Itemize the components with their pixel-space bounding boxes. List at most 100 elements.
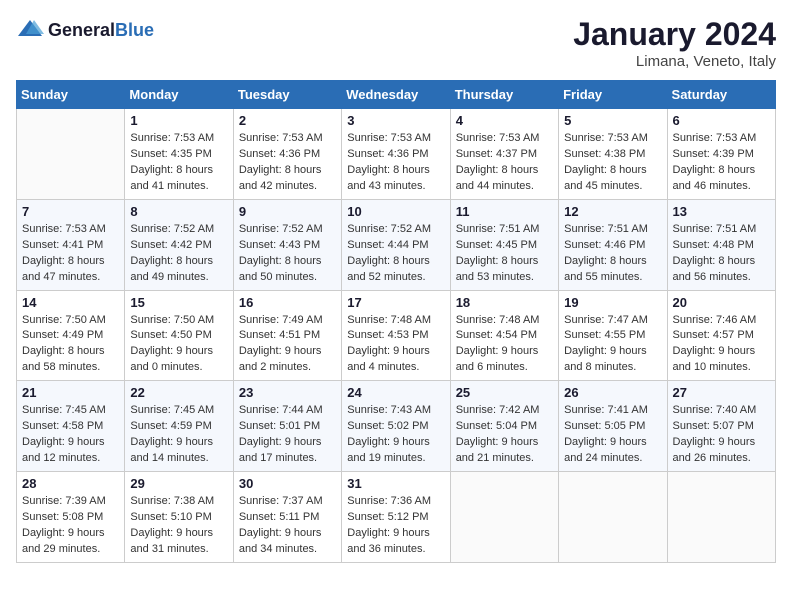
header-monday: Monday xyxy=(125,81,233,109)
day-info: Sunrise: 7:51 AMSunset: 4:46 PMDaylight:… xyxy=(564,222,661,286)
day-cell: 19Sunrise: 7:47 AMSunset: 4:55 PMDayligh… xyxy=(559,290,667,381)
day-info: Sunrise: 7:41 AMSunset: 5:05 PMDaylight:… xyxy=(564,403,661,467)
day-cell: 13 Sunrise: 7:51 AMSunset: 4:48 PMDayligh… xyxy=(667,199,775,290)
day-info: Sunrise: 7:53 AMSunset: 4:35 PMDaylight:… xyxy=(130,131,227,195)
day-info: Sunrise: 7:43 AMSunset: 5:02 PMDaylight:… xyxy=(347,403,444,467)
day-info: Sunrise: 7:47 AMSunset: 4:55 PMDaylight:… xyxy=(564,313,661,377)
day-number: 31 xyxy=(347,476,444,491)
day-info: Sunrise: 7:50 AMSunset: 4:49 PMDaylight:… xyxy=(22,313,119,377)
day-cell: 7Sunrise: 7:53 AMSunset: 4:41 PMDaylight… xyxy=(17,199,125,290)
day-info: Sunrise: 7:49 AMSunset: 4:51 PMDaylight:… xyxy=(239,313,336,377)
day-info: Sunrise: 7:53 AMSunset: 4:38 PMDaylight:… xyxy=(564,131,661,195)
header-tuesday: Tuesday xyxy=(233,81,341,109)
day-cell: 6 Sunrise: 7:53 AMSunset: 4:39 PMDaylight… xyxy=(667,109,775,200)
day-cell: 1 Sunrise: 7:53 AMSunset: 4:35 PMDaylight… xyxy=(125,109,233,200)
day-number: 7 xyxy=(22,204,119,219)
day-cell xyxy=(17,109,125,200)
day-number: 2 xyxy=(239,113,336,128)
week-row-4: 21 Sunrise: 7:45 AMSunset: 4:58 PMDayligh… xyxy=(17,381,776,472)
day-info: Sunrise: 7:52 AMSunset: 4:44 PMDaylight:… xyxy=(347,222,444,286)
day-cell: 15 Sunrise: 7:50 AMSunset: 4:50 PMDayligh… xyxy=(125,290,233,381)
page-header: GeneralBlue January 2024 Limana, Veneto,… xyxy=(16,16,776,70)
day-cell xyxy=(450,472,558,563)
calendar-table: SundayMondayTuesdayWednesdayThursdayFrid… xyxy=(16,80,776,563)
header-friday: Friday xyxy=(559,81,667,109)
day-cell: 31 Sunrise: 7:36 AMSunset: 5:12 PMDayligh… xyxy=(342,472,450,563)
day-cell: 23 Sunrise: 7:44 AMSunset: 5:01 PMDayligh… xyxy=(233,381,341,472)
day-number: 13 xyxy=(673,204,770,219)
day-cell: 24 Sunrise: 7:43 AMSunset: 5:02 PMDayligh… xyxy=(342,381,450,472)
day-cell: 9 Sunrise: 7:52 AMSunset: 4:43 PMDaylight… xyxy=(233,199,341,290)
day-info: Sunrise: 7:53 AMSunset: 4:36 PMDaylight:… xyxy=(239,131,336,195)
day-cell: 12 Sunrise: 7:51 AMSunset: 4:46 PMDayligh… xyxy=(559,199,667,290)
day-info: Sunrise: 7:38 AMSunset: 5:10 PMDaylight:… xyxy=(130,494,227,558)
day-info: Sunrise: 7:45 AMSunset: 4:58 PMDaylight:… xyxy=(22,403,119,467)
day-cell: 3 Sunrise: 7:53 AMSunset: 4:36 PMDaylight… xyxy=(342,109,450,200)
day-cell: 4Sunrise: 7:53 AMSunset: 4:37 PMDaylight… xyxy=(450,109,558,200)
header-saturday: Saturday xyxy=(667,81,775,109)
week-row-3: 14 Sunrise: 7:50 AMSunset: 4:49 PMDayligh… xyxy=(17,290,776,381)
logo-general: General xyxy=(48,20,115,40)
day-info: Sunrise: 7:40 AMSunset: 5:07 PMDaylight:… xyxy=(673,403,770,467)
day-number: 5 xyxy=(564,113,661,128)
day-number: 8 xyxy=(130,204,227,219)
day-number: 11 xyxy=(456,204,553,219)
day-number: 17 xyxy=(347,295,444,310)
logo-icon xyxy=(16,16,44,44)
day-cell: 21 Sunrise: 7:45 AMSunset: 4:58 PMDayligh… xyxy=(17,381,125,472)
logo-blue: Blue xyxy=(115,20,154,40)
day-number: 14 xyxy=(22,295,119,310)
day-number: 1 xyxy=(130,113,227,128)
day-info: Sunrise: 7:46 AMSunset: 4:57 PMDaylight:… xyxy=(673,313,770,377)
day-cell: 11 Sunrise: 7:51 AMSunset: 4:45 PMDayligh… xyxy=(450,199,558,290)
day-cell: 10 Sunrise: 7:52 AMSunset: 4:44 PMDayligh… xyxy=(342,199,450,290)
header-wednesday: Wednesday xyxy=(342,81,450,109)
day-info: Sunrise: 7:42 AMSunset: 5:04 PMDaylight:… xyxy=(456,403,553,467)
day-number: 23 xyxy=(239,385,336,400)
day-cell: 30Sunrise: 7:37 AMSunset: 5:11 PMDayligh… xyxy=(233,472,341,563)
day-cell: 2 Sunrise: 7:53 AMSunset: 4:36 PMDaylight… xyxy=(233,109,341,200)
day-info: Sunrise: 7:44 AMSunset: 5:01 PMDaylight:… xyxy=(239,403,336,467)
day-cell: 25Sunrise: 7:42 AMSunset: 5:04 PMDayligh… xyxy=(450,381,558,472)
month-year-title: January 2024 xyxy=(573,16,776,53)
week-row-5: 28Sunrise: 7:39 AMSunset: 5:08 PMDayligh… xyxy=(17,472,776,563)
day-number: 15 xyxy=(130,295,227,310)
title-block: January 2024 Limana, Veneto, Italy xyxy=(573,16,776,70)
day-number: 29 xyxy=(130,476,227,491)
day-number: 3 xyxy=(347,113,444,128)
day-number: 9 xyxy=(239,204,336,219)
header-row: SundayMondayTuesdayWednesdayThursdayFrid… xyxy=(17,81,776,109)
day-number: 12 xyxy=(564,204,661,219)
day-number: 28 xyxy=(22,476,119,491)
day-cell: 20 Sunrise: 7:46 AMSunset: 4:57 PMDayligh… xyxy=(667,290,775,381)
logo: GeneralBlue xyxy=(16,16,154,44)
day-number: 20 xyxy=(673,295,770,310)
day-info: Sunrise: 7:48 AMSunset: 4:53 PMDaylight:… xyxy=(347,313,444,377)
day-number: 21 xyxy=(22,385,119,400)
day-number: 18 xyxy=(456,295,553,310)
day-number: 24 xyxy=(347,385,444,400)
day-number: 6 xyxy=(673,113,770,128)
day-info: Sunrise: 7:53 AMSunset: 4:39 PMDaylight:… xyxy=(673,131,770,195)
day-number: 4 xyxy=(456,113,553,128)
day-info: Sunrise: 7:51 AMSunset: 4:48 PMDaylight:… xyxy=(673,222,770,286)
day-cell: 16Sunrise: 7:49 AMSunset: 4:51 PMDayligh… xyxy=(233,290,341,381)
day-info: Sunrise: 7:53 AMSunset: 4:36 PMDaylight:… xyxy=(347,131,444,195)
day-cell: 28Sunrise: 7:39 AMSunset: 5:08 PMDayligh… xyxy=(17,472,125,563)
day-number: 10 xyxy=(347,204,444,219)
day-info: Sunrise: 7:45 AMSunset: 4:59 PMDaylight:… xyxy=(130,403,227,467)
day-info: Sunrise: 7:37 AMSunset: 5:11 PMDaylight:… xyxy=(239,494,336,558)
day-cell xyxy=(559,472,667,563)
day-cell: 22Sunrise: 7:45 AMSunset: 4:59 PMDayligh… xyxy=(125,381,233,472)
day-cell xyxy=(667,472,775,563)
day-info: Sunrise: 7:51 AMSunset: 4:45 PMDaylight:… xyxy=(456,222,553,286)
day-number: 27 xyxy=(673,385,770,400)
day-cell: 29 Sunrise: 7:38 AMSunset: 5:10 PMDayligh… xyxy=(125,472,233,563)
location-subtitle: Limana, Veneto, Italy xyxy=(573,53,776,70)
week-row-1: 1 Sunrise: 7:53 AMSunset: 4:35 PMDaylight… xyxy=(17,109,776,200)
day-info: Sunrise: 7:36 AMSunset: 5:12 PMDaylight:… xyxy=(347,494,444,558)
day-info: Sunrise: 7:52 AMSunset: 4:43 PMDaylight:… xyxy=(239,222,336,286)
day-info: Sunrise: 7:50 AMSunset: 4:50 PMDaylight:… xyxy=(130,313,227,377)
day-cell: 27 Sunrise: 7:40 AMSunset: 5:07 PMDayligh… xyxy=(667,381,775,472)
day-cell: 18Sunrise: 7:48 AMSunset: 4:54 PMDayligh… xyxy=(450,290,558,381)
